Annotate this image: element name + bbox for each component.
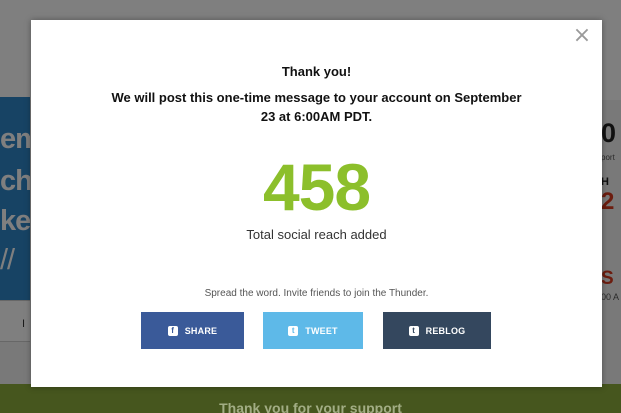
- modal-title: Thank you!: [281, 64, 352, 79]
- social-reach-number: 458: [262, 150, 371, 224]
- thank-you-modal: × Thank you! We will post this one-time …: [31, 20, 602, 387]
- spread-the-word-text: Spread the word. Invite friends to join …: [204, 288, 429, 299]
- twitter-tweet-button[interactable]: t TWEET: [263, 312, 363, 349]
- tumblr-reblog-label: REBLOG: [425, 325, 466, 336]
- twitter-icon: t: [288, 325, 299, 336]
- tumblr-icon: t: [408, 325, 419, 336]
- background-footer-text: Thank you for your support: [219, 400, 402, 413]
- tumblr-reblog-button[interactable]: t REBLOG: [383, 312, 491, 349]
- facebook-icon: f: [167, 325, 178, 336]
- social-reach-label: Total social reach added: [246, 227, 387, 242]
- facebook-share-label: SHARE: [184, 325, 218, 336]
- twitter-tweet-label: TWEET: [305, 325, 338, 336]
- close-icon[interactable]: ×: [572, 25, 592, 47]
- facebook-share-button[interactable]: f SHARE: [141, 312, 244, 349]
- modal-message: We will post this one-time message to yo…: [111, 90, 522, 124]
